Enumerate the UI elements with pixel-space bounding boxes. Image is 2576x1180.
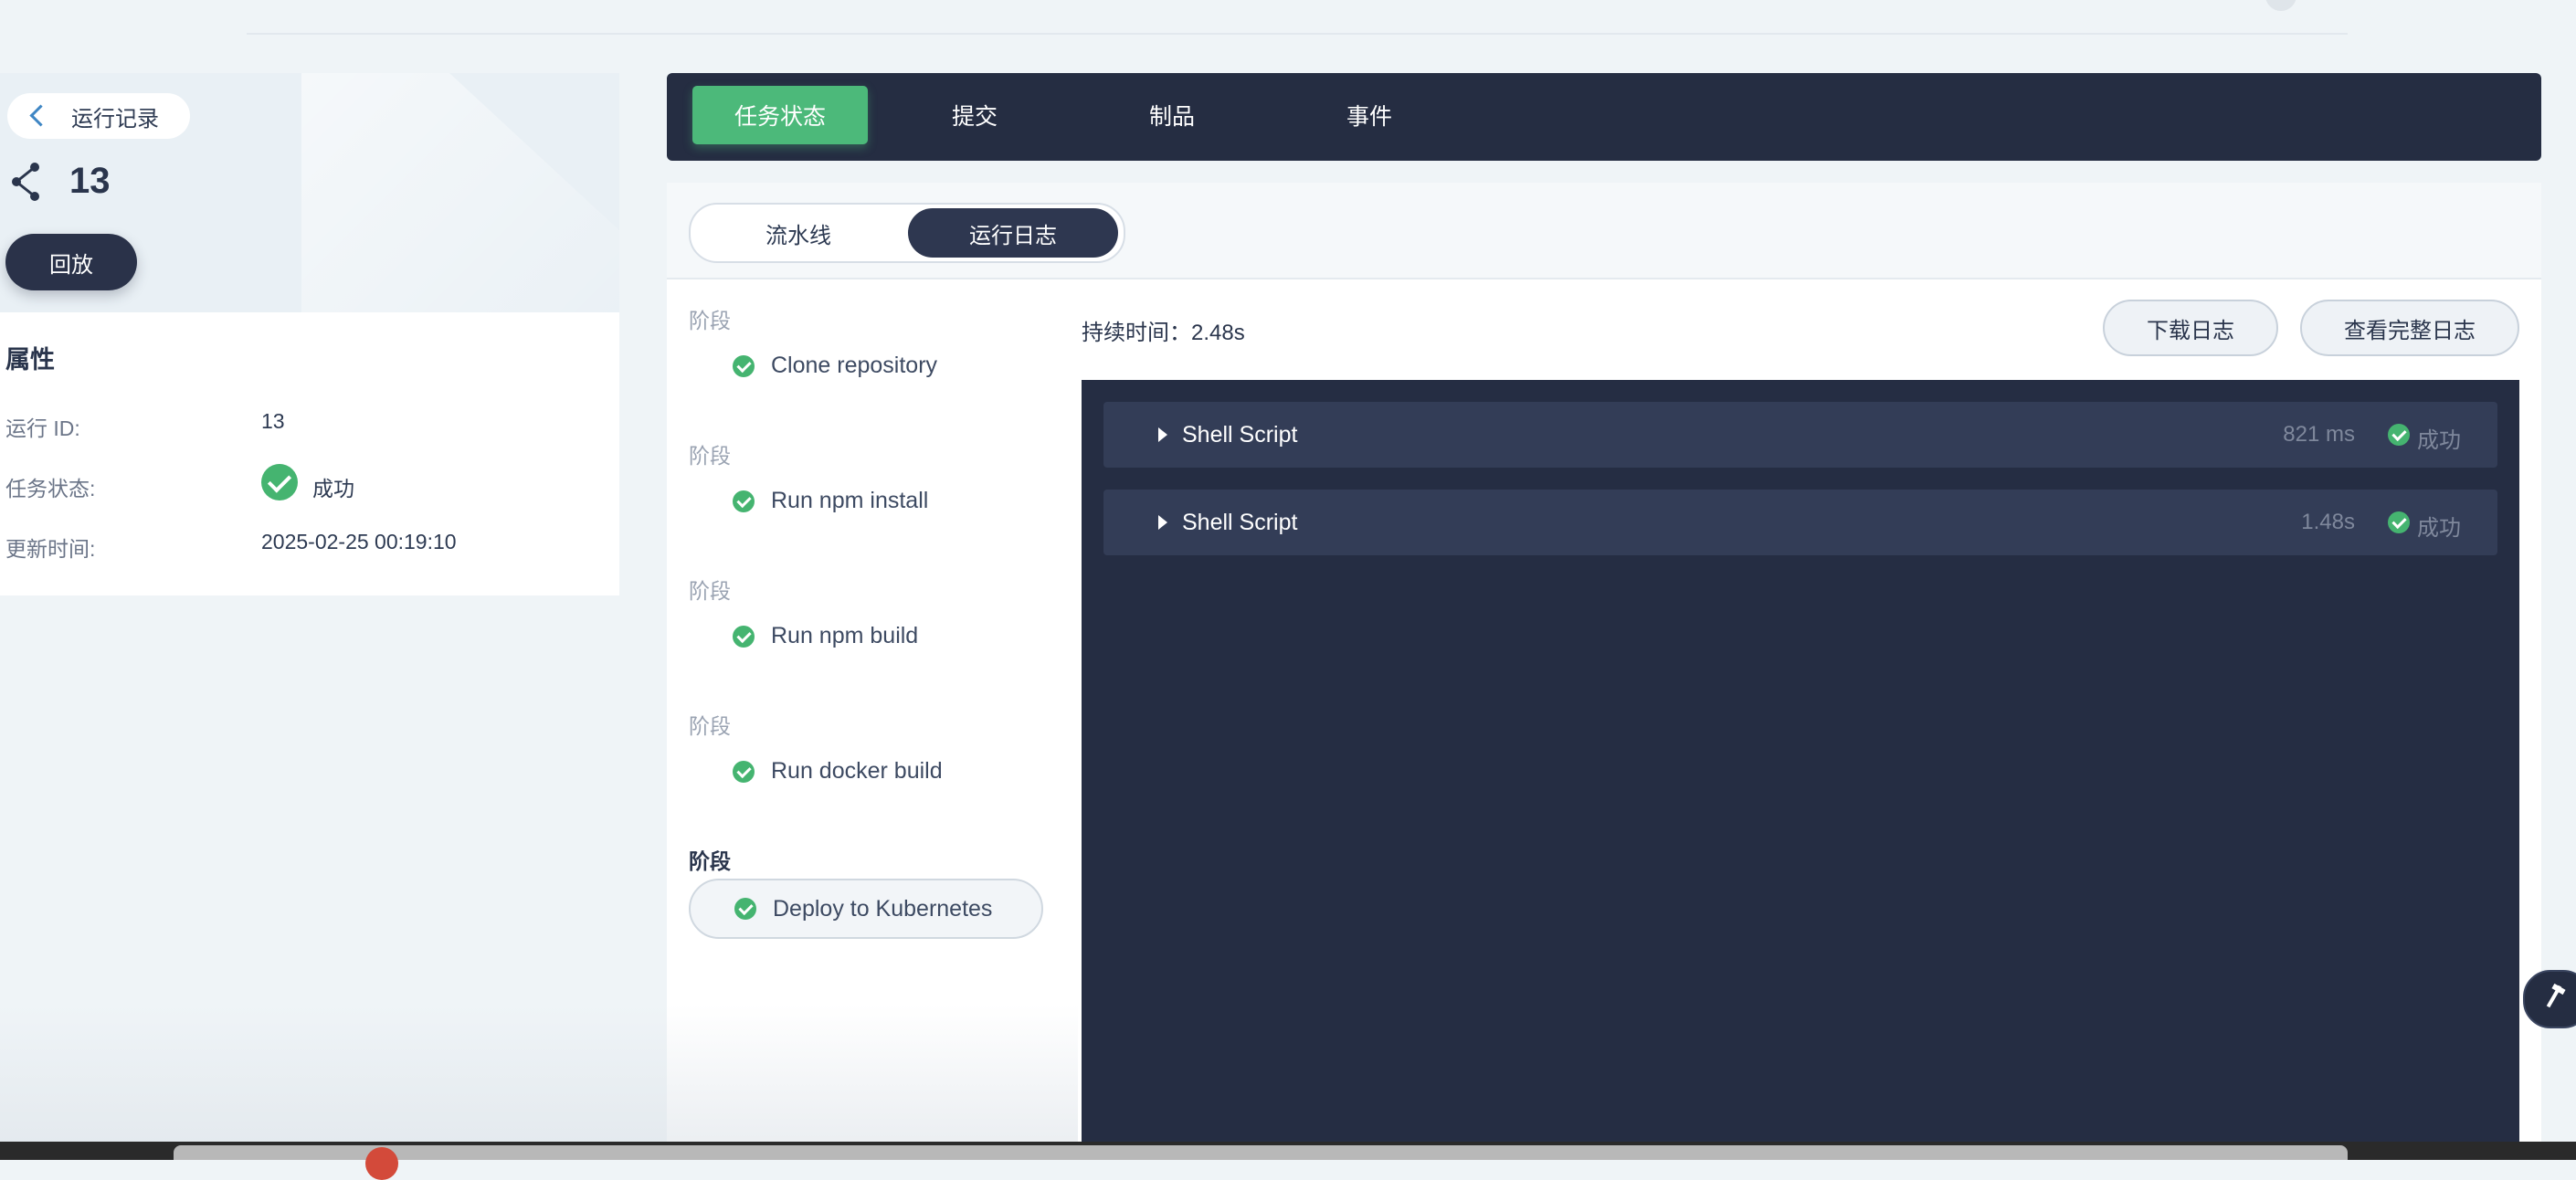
stage-label: 阶段 [689, 309, 731, 332]
expand-caret-icon [1158, 427, 1167, 442]
success-check-icon [2388, 511, 2410, 533]
run-number: 13 [69, 161, 111, 201]
download-log-button[interactable]: 下载日志 [2103, 300, 2278, 356]
view-full-log-button[interactable]: 查看完整日志 [2300, 300, 2519, 356]
success-check-icon [733, 354, 755, 377]
stage-label: 阶段 [689, 714, 731, 738]
success-check-icon [2388, 424, 2410, 446]
header-decoration [301, 73, 619, 312]
segment-run-log[interactable]: 运行日志 [908, 208, 1118, 258]
back-to-runs-button[interactable]: 运行记录 [7, 93, 190, 139]
pipeline-icon [12, 162, 39, 201]
stage-name: Deploy to Kubernetes [773, 895, 993, 922]
dock-app-icon[interactable] [365, 1147, 398, 1180]
duration-text: 持续时间：2.48s [1082, 321, 1245, 345]
taskbar [0, 1142, 2576, 1180]
stage-item[interactable]: Clone repository [733, 353, 937, 379]
run-id-label: 运行 ID: [5, 416, 80, 440]
updated-label: 更新时间: [5, 537, 96, 561]
view-segmented-control: 流水线 运行日志 [689, 203, 1125, 263]
back-label: 运行记录 [71, 106, 159, 132]
step-name: Shell Script [1182, 422, 1298, 448]
success-check-icon [733, 625, 755, 648]
log-step-row[interactable]: Shell Script 821 ms 成功 [1103, 402, 2497, 468]
stage-name: Run npm build [771, 623, 919, 648]
step-status: 成功 [2417, 516, 2461, 541]
step-name: Shell Script [1182, 510, 1298, 535]
log-panel: Shell Script 821 ms 成功 Shell Script 1.48… [1082, 380, 2519, 1142]
stage-item[interactable]: Run npm install [733, 488, 928, 514]
step-duration: 1.48s [2301, 510, 2355, 534]
hammer-icon[interactable] [2523, 970, 2576, 1028]
stage-item[interactable]: Run docker build [733, 758, 943, 785]
stage-name: Clone repository [771, 353, 938, 378]
stage-label: 阶段 [689, 444, 731, 468]
success-check-icon [261, 464, 298, 500]
bottom-shadow [0, 1005, 1078, 1151]
stage-name: Run docker build [771, 758, 943, 784]
properties-card: 属性 运行 ID: 13 任务状态: 成功 更新时间: 2025-02-25 0… [0, 312, 619, 595]
step-status: 成功 [2417, 428, 2461, 453]
stage-item[interactable]: Run npm build [733, 623, 918, 649]
success-check-icon [733, 490, 755, 512]
view-switch-bar: 流水线 运行日志 [667, 183, 2541, 279]
tab-events[interactable]: 事件 [1310, 86, 1429, 144]
avatar[interactable] [2265, 0, 2296, 11]
stage-item-selected[interactable]: Deploy to Kubernetes [689, 879, 1043, 939]
tab-commit[interactable]: 提交 [915, 86, 1034, 144]
header-divider [247, 33, 2348, 35]
step-duration: 821 ms [2283, 422, 2355, 447]
replay-button[interactable]: 回放 [5, 234, 137, 290]
run-title: 13 [9, 161, 111, 202]
success-check-icon [734, 898, 756, 920]
status-label: 任务状态: [5, 477, 96, 500]
detail-tabs: 任务状态 提交 制品 事件 [667, 73, 2541, 161]
dock [174, 1145, 2348, 1160]
log-step-row[interactable]: Shell Script 1.48s 成功 [1103, 490, 2497, 555]
segment-pipeline[interactable]: 流水线 [694, 208, 903, 258]
run-id-value: 13 [261, 409, 285, 433]
success-check-icon [733, 760, 755, 783]
tab-artifacts[interactable]: 制品 [1113, 86, 1231, 144]
tab-task-status[interactable]: 任务状态 [692, 86, 868, 144]
status-value: 成功 [312, 477, 354, 500]
stage-label: 阶段 [689, 849, 731, 873]
expand-caret-icon [1158, 515, 1167, 530]
stage-label: 阶段 [689, 579, 731, 603]
main-panel: 流水线 运行日志 阶段 Clone repository 阶段 Run npm … [667, 183, 2541, 1142]
updated-value: 2025-02-25 00:19:10 [261, 530, 457, 553]
chevron-left-icon [29, 104, 52, 127]
properties-title: 属性 [5, 346, 55, 374]
stage-name: Run npm install [771, 488, 929, 513]
